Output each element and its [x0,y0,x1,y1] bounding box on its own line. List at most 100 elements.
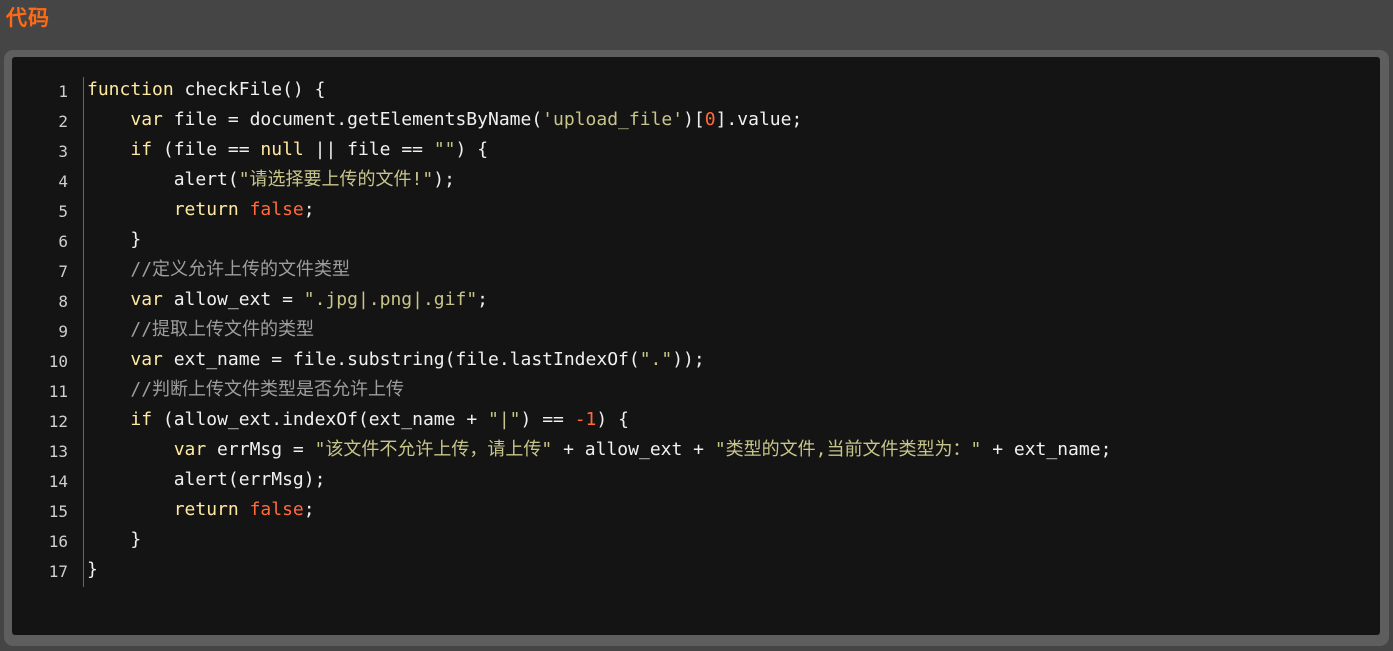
code-token: "." [639,349,673,370]
line-number: 9 [58,322,68,341]
code-token: "类型的文件,当前文件类型为：" [714,439,982,460]
code-token: return [173,499,239,520]
line-number: 4 [58,172,68,191]
code-token: //判断上传文件类型是否允许上传 [130,379,405,400]
line-number: 14 [48,472,68,491]
code-token: ) == [520,409,575,430]
line-number: 5 [58,202,68,221]
code-token: var [130,349,163,370]
code-line: } [87,225,1111,255]
code-token: "请选择要上传的文件!" [238,169,434,190]
code-line: if (file == null || file == "") { [87,135,1111,165]
code-token: "" [433,139,456,160]
code-line: alert(errMsg); [87,465,1111,495]
line-number: 7 [58,262,68,281]
code-token: ; [303,199,315,220]
code-token: } [87,529,142,550]
code-line: //判断上传文件类型是否允许上传 [87,375,1111,405]
line-number: 17 [48,562,68,581]
line-number: 16 [48,532,68,551]
line-number: 12 [48,412,68,431]
code-token: ) { [596,409,629,430]
code-token: (allow_ext.indexOf(ext_name + [152,409,488,430]
code-token: checkFile() { [173,79,326,100]
code-token: ; [477,289,488,310]
code-token: ); [433,169,455,190]
line-number: 3 [58,142,68,161]
code-token: )); [672,349,705,370]
code-token: ; [303,499,315,520]
code-token: //定义允许上传的文件类型 [130,259,351,280]
code-token: ].value; [715,109,803,130]
code-line: return false; [87,495,1111,525]
code-line: //定义允许上传的文件类型 [87,255,1111,285]
code-line: var errMsg = "该文件不允许上传，请上传" + allow_ext … [87,435,1112,465]
code-token: ext_name = file.substring(file.lastIndex… [162,349,640,370]
code-token: file = document.getElementsByName( [162,109,543,130]
code-token: || file == [303,139,434,160]
line-number: 10 [48,352,68,371]
line-number: 13 [48,442,68,461]
code-token: alert(errMsg); [87,469,326,490]
section-title: 代码 [6,6,50,30]
code-token: //提取上传文件的类型 [130,319,315,340]
code-line: var allow_ext = ".jpg|.png|.gif"; [87,285,1111,315]
code-token: return [173,199,239,220]
code-token: false [249,199,304,220]
line-number: 11 [48,382,68,401]
code-line: var ext_name = file.substring(file.lastI… [87,345,1111,375]
code-token: var [130,109,163,130]
line-number: 2 [58,112,68,131]
code-token: } [87,559,98,580]
line-number: 15 [48,502,68,521]
code-token: alert( [87,169,239,190]
code-line: return false; [87,195,1111,225]
code-token: "|" [488,409,521,430]
code-token: + allow_ext + [552,439,715,460]
code-token: (file == [152,139,261,160]
code-token: if [130,409,153,430]
line-number-gutter: 1 2 3 4 5 6 7 8 9 10 11 12 13 14 15 16 17 [12,77,84,587]
code-lines: function checkFile() { var file = docume… [87,75,1111,585]
code-token: + ext_name; [981,439,1112,460]
code-token: } [87,229,142,250]
code-token: ) { [455,139,489,160]
line-number: 1 [58,82,68,101]
code-token: 'upload_file' [542,109,684,130]
code-line: } [87,525,1111,555]
code-token: allow_ext = [162,289,304,310]
code-line: function checkFile() { [87,75,1111,105]
code-token: 0 [704,109,716,130]
line-number: 8 [58,292,68,311]
code-token: function [87,79,174,100]
code-token: "该文件不允许上传，请上传" [314,439,553,460]
code-token: false [249,499,304,520]
code-token: ".jpg|.png|.gif" [303,289,478,310]
code-token: if [130,139,153,160]
code-line: if (allow_ext.indexOf(ext_name + "|") ==… [87,405,1111,435]
line-number: 6 [58,232,68,251]
code-token: errMsg = [206,439,315,460]
code-line: var file = document.getElementsByName('u… [87,105,1111,135]
code-token: var [173,439,207,460]
code-token: )[ [683,109,705,130]
code-token: var [130,289,163,310]
code-block: 1 2 3 4 5 6 7 8 9 10 11 12 13 14 15 16 17 function check… [12,57,1380,635]
code-line: } [87,555,1111,585]
code-token: null [260,139,304,160]
code-token: -1 [574,409,597,430]
code-line: alert("请选择要上传的文件!"); [87,165,1111,195]
code-line: //提取上传文件的类型 [87,315,1111,345]
